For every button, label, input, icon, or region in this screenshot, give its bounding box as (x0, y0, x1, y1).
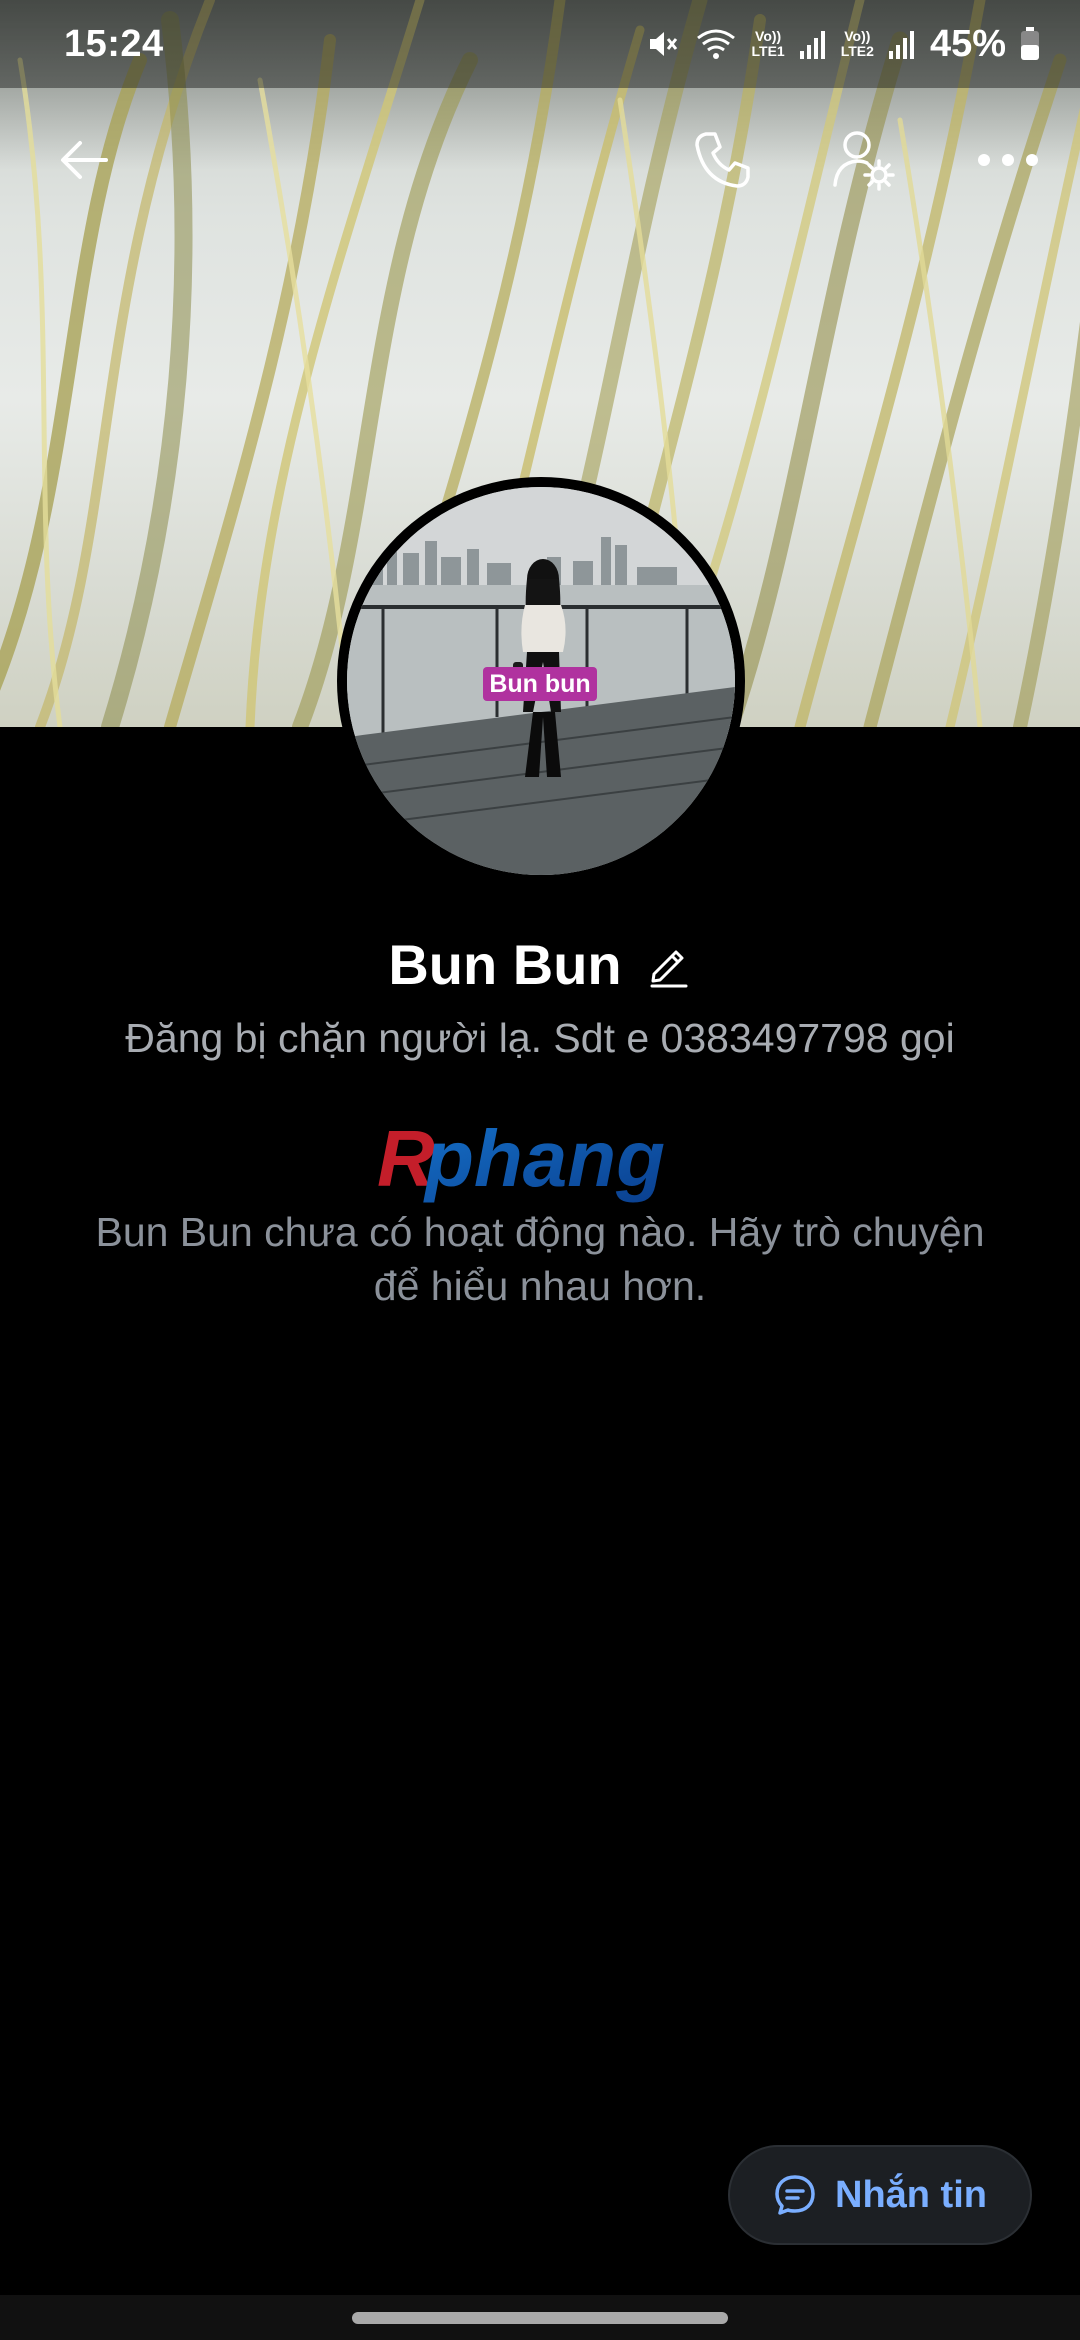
battery-percent: 45% (929, 22, 1006, 65)
message-button[interactable]: Nhắn tin (728, 2145, 1032, 2245)
call-button[interactable] (682, 120, 762, 200)
phone-call-icon (695, 132, 750, 188)
empty-activity-message: Bun Bun chưa có hoạt động nào. Hãy trò c… (95, 1209, 985, 1309)
network-1-indicator: Vo)) LTE1 (752, 29, 785, 59)
profile-settings-button[interactable] (824, 120, 904, 200)
profile-bio: Đăng bị chặn người lạ. Sdt e 0383497798 … (125, 1015, 955, 1061)
profile-name: Bun Bun (388, 933, 622, 996)
volte-label-2: Vo)) (844, 28, 871, 44)
logo-word: phang (423, 1120, 665, 1203)
watermark-logo: R phang (377, 1120, 665, 1203)
profile-settings-icon (833, 131, 895, 191)
network-2-indicator: Vo)) LTE2 (841, 29, 874, 59)
network-1-label: LTE1 (751, 43, 785, 59)
chat-bubble-icon (775, 2175, 815, 2215)
back-arrow-icon (61, 141, 108, 179)
more-options-button[interactable] (968, 120, 1048, 200)
edit-pencil-icon[interactable] (646, 942, 692, 988)
status-bar: 15:24 Vo)) LTE1 Vo)) LTE2 45% (0, 0, 1080, 88)
status-time: 15:24 (64, 22, 164, 65)
network-2-label: LTE2 (840, 43, 874, 59)
status-indicators: Vo)) LTE1 Vo)) LTE2 45% (646, 23, 1040, 66)
mute-icon (646, 27, 680, 61)
volte-label-1: Vo)) (755, 28, 782, 44)
more-options-icon (978, 154, 1038, 166)
back-button[interactable] (44, 120, 124, 200)
signal-1-icon (799, 29, 827, 59)
profile-name-row: Bun Bun (0, 932, 1080, 997)
signal-2-icon (888, 29, 916, 59)
message-button-label: Nhắn tin (835, 2173, 987, 2216)
home-indicator[interactable] (352, 2312, 728, 2324)
avatar-name-tag: Bun bun (483, 667, 597, 701)
battery-icon (1020, 27, 1040, 61)
wifi-icon (694, 26, 738, 62)
